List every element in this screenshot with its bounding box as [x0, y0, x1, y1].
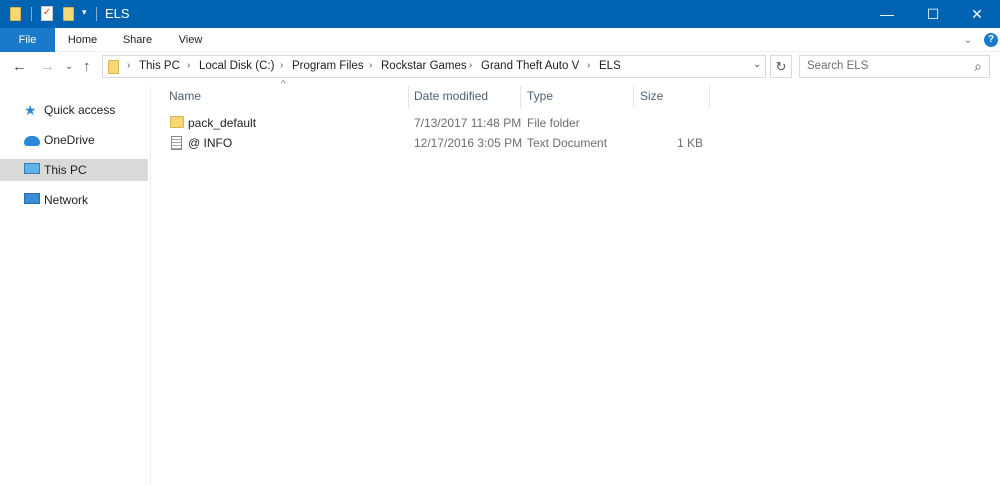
file-row[interactable]: @ INFO 12/17/2016 3:05 PM Text Document …	[165, 133, 710, 153]
file-type: File folder	[527, 116, 580, 130]
breadcrumb-els[interactable]: ELS	[599, 60, 621, 72]
column-header-size[interactable]: Size	[634, 86, 710, 108]
divider	[96, 7, 97, 21]
search-input[interactable]: Search ELS ⌕	[799, 55, 990, 78]
folder-icon	[10, 7, 21, 21]
sidebar-item-onedrive[interactable]: OneDrive	[0, 129, 148, 151]
up-button[interactable]: ↑	[83, 55, 91, 78]
column-label: Date modified	[414, 89, 489, 103]
address-bar[interactable]: › This PC › Local Disk (C:) › Program Fi…	[102, 55, 766, 78]
sidebar-item-label: Network	[44, 193, 89, 207]
window-title: ELS	[105, 6, 130, 21]
breadcrumb-rockstar-games[interactable]: Rockstar Games	[381, 60, 467, 72]
help-icon[interactable]: ?	[984, 33, 998, 47]
folder-icon	[108, 60, 119, 74]
new-folder-icon[interactable]	[63, 7, 74, 21]
file-size: 1 KB	[676, 136, 703, 150]
minimize-button[interactable]: —	[864, 0, 910, 28]
divider	[31, 7, 32, 21]
search-placeholder: Search ELS	[807, 60, 869, 72]
chevron-right-icon[interactable]: ›	[469, 60, 472, 71]
star-icon: ★	[24, 102, 37, 118]
file-name: pack_default	[188, 116, 257, 130]
column-header-date[interactable]: Date modified	[409, 86, 521, 108]
chevron-right-icon[interactable]: ›	[587, 60, 590, 71]
column-header-type[interactable]: Type	[521, 86, 634, 108]
sidebar-item-this-pc[interactable]: This PC	[0, 159, 148, 181]
tab-view[interactable]: View	[168, 28, 213, 52]
title-bar: ✓ ▾ ELS — ☐ ✕	[0, 0, 1000, 28]
file-type: Text Document	[527, 136, 608, 150]
sidebar-item-label: Quick access	[44, 103, 116, 117]
maximize-button[interactable]: ☐	[910, 0, 956, 28]
file-row[interactable]: pack_default 7/13/2017 11:48 PM File fol…	[165, 113, 710, 133]
file-date: 7/13/2017 11:48 PM	[414, 116, 522, 130]
cloud-icon	[24, 136, 40, 146]
breadcrumb-this-pc[interactable]: This PC	[139, 60, 180, 72]
ribbon: File Home Share View ⌄ ?	[0, 28, 1000, 52]
expand-ribbon-icon[interactable]: ⌄	[958, 28, 978, 52]
chevron-right-icon[interactable]: ›	[127, 60, 130, 71]
chevron-right-icon[interactable]: ›	[187, 60, 190, 71]
breadcrumb-program-files[interactable]: Program Files	[292, 60, 364, 72]
breadcrumb-local-disk[interactable]: Local Disk (C:)	[199, 60, 274, 72]
back-button[interactable]: ←	[12, 55, 27, 78]
navigation-pane: ★ Quick access OneDrive This PC Network	[0, 86, 151, 485]
forward-button[interactable]: →	[40, 55, 55, 78]
sidebar-item-label: This PC	[44, 163, 87, 177]
sidebar-item-network[interactable]: Network	[0, 189, 148, 211]
column-label: Size	[640, 89, 664, 103]
chevron-right-icon[interactable]: ›	[280, 60, 283, 71]
customize-toolbar-icon[interactable]: ▾	[82, 7, 87, 23]
tab-home[interactable]: Home	[60, 28, 105, 52]
properties-icon[interactable]: ✓	[41, 6, 53, 21]
recent-locations-button[interactable]: ⌄	[65, 55, 73, 78]
column-header-name[interactable]: Name	[161, 86, 409, 108]
tab-file[interactable]: File	[0, 28, 55, 52]
breadcrumb-gta-v[interactable]: Grand Theft Auto V	[481, 60, 579, 72]
address-dropdown-button[interactable]: ⌄	[753, 59, 761, 70]
network-icon	[24, 193, 40, 204]
refresh-button[interactable]: ↻	[770, 55, 792, 78]
chevron-right-icon[interactable]: ›	[369, 60, 372, 71]
sidebar-item-quick-access[interactable]: ★ Quick access	[0, 99, 148, 121]
computer-icon	[24, 163, 40, 174]
file-date: 12/17/2016 3:05 PM	[414, 136, 523, 150]
column-label: Type	[527, 89, 554, 103]
close-button[interactable]: ✕	[954, 0, 1000, 28]
file-name: @ INFO	[188, 136, 233, 150]
search-icon[interactable]: ⌕	[974, 58, 982, 75]
sidebar-item-label: OneDrive	[44, 133, 95, 147]
tab-share[interactable]: Share	[115, 28, 160, 52]
column-label: Name	[169, 89, 202, 103]
text-file-icon	[171, 136, 182, 150]
folder-icon	[170, 116, 184, 128]
